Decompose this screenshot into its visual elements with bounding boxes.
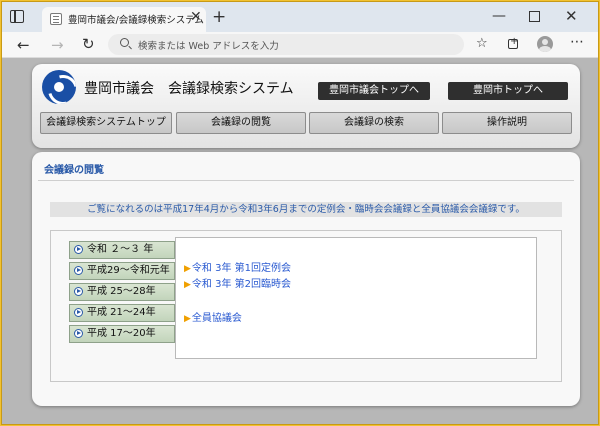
toyooka-logo-icon — [42, 70, 76, 104]
council-top-button[interactable]: 豊岡市議会トップへ — [318, 82, 430, 100]
era-list: 令和 ２～３ 年 平成29～令和元年 平成 25～28年 平成 21～24年 平… — [69, 241, 175, 346]
nav-search-minutes[interactable]: 会議録の検索 — [309, 112, 439, 134]
era-button-h21-24[interactable]: 平成 21～24年 — [69, 304, 175, 322]
era-label: 平成29～令和元年 — [87, 265, 170, 276]
content-panel: 会議録の閲覧 ご覧になれるのは平成17年4月から令和3年6月までの定例会・臨時会… — [32, 152, 580, 406]
browser-toolbar: ← → ↻ 検索または Web アドレスを入力 ☆ ⋯ — [2, 32, 598, 58]
play-circle-icon — [74, 308, 83, 317]
play-circle-icon — [74, 287, 83, 296]
era-button-r2-3[interactable]: 令和 ２～３ 年 — [69, 241, 175, 259]
tab-close-icon[interactable]: ✕ — [190, 9, 202, 25]
play-circle-icon — [74, 266, 83, 275]
minimize-icon[interactable]: — — [492, 8, 506, 24]
era-label: 平成 25～28年 — [87, 286, 156, 297]
profile-avatar-icon[interactable] — [537, 36, 553, 52]
page-viewport: 豊岡市議会 会議録検索システム 豊岡市議会トップへ 豊岡市トップへ 会議録検索シ… — [2, 58, 598, 424]
meeting-link-all-members[interactable]: ▶全員協議会 — [184, 309, 242, 324]
nav-browse-minutes[interactable]: 会議録の閲覧 — [176, 112, 306, 134]
era-label: 令和 ２～３ 年 — [87, 244, 154, 255]
more-menu-icon[interactable]: ⋯ — [570, 34, 585, 50]
tab-title: 豊岡市議会/会議録検索システム — [68, 15, 204, 26]
search-icon — [120, 38, 129, 47]
tab-strip: 豊岡市議会/会議録検索システム ✕ + — ✕ — [2, 2, 598, 32]
meeting-link-label: 令和 3年 第2回臨時会 — [191, 279, 292, 290]
meeting-link-r3-extra-2[interactable]: ▶令和 3年 第2回臨時会 — [184, 275, 291, 290]
nav-search-system-top[interactable]: 会議録検索システムトップ — [40, 112, 172, 134]
era-label: 平成 17～20年 — [87, 328, 156, 339]
era-button-h25-28[interactable]: 平成 25～28年 — [69, 283, 175, 301]
maximize-icon[interactable] — [529, 11, 540, 22]
play-circle-icon — [74, 329, 83, 338]
forward-arrow-icon[interactable]: → — [51, 36, 64, 54]
page-favicon-icon — [50, 13, 62, 25]
arrow-right-icon: ▶ — [184, 264, 191, 274]
meeting-list: ▶令和 3年 第1回定例会 ▶令和 3年 第2回臨時会 ▶全員協議会 — [175, 237, 537, 359]
arrow-right-icon: ▶ — [184, 280, 191, 290]
arrow-right-icon: ▶ — [184, 314, 191, 324]
era-button-h29-r1[interactable]: 平成29～令和元年 — [69, 262, 175, 280]
section-title: 会議録の閲覧 — [44, 165, 104, 176]
tab-actions-icon[interactable] — [10, 10, 24, 23]
site-header: 豊岡市議会 会議録検索システム 豊岡市議会トップへ 豊岡市トップへ 会議録検索シ… — [32, 64, 580, 148]
availability-notice: ご覧になれるのは平成17年4月から令和3年6月までの定例会・臨時会会議録と全員協… — [50, 202, 562, 217]
era-button-h17-20[interactable]: 平成 17～20年 — [69, 325, 175, 343]
site-title: 豊岡市議会 会議録検索システム — [84, 81, 294, 97]
address-placeholder: 検索または Web アドレスを入力 — [138, 41, 279, 52]
city-top-button[interactable]: 豊岡市トップへ — [448, 82, 568, 100]
window-close-icon[interactable]: ✕ — [565, 7, 578, 25]
new-tab-icon[interactable]: + — [212, 7, 226, 27]
browser-tab[interactable]: 豊岡市議会/会議録検索システム ✕ — [42, 7, 206, 32]
play-circle-icon — [74, 245, 83, 254]
meeting-link-label: 令和 3年 第1回定例会 — [191, 263, 292, 274]
browse-panel: 令和 ２～３ 年 平成29～令和元年 平成 25～28年 平成 21～24年 平… — [50, 230, 562, 382]
era-label: 平成 21～24年 — [87, 307, 156, 318]
browser-window: 豊岡市議会/会議録検索システム ✕ + — ✕ ← → ↻ 検索または Web … — [1, 1, 599, 425]
back-arrow-icon[interactable]: ← — [17, 36, 30, 54]
address-bar[interactable]: 検索または Web アドレスを入力 — [108, 34, 464, 55]
site-container: 豊岡市議会 会議録検索システム 豊岡市議会トップへ 豊岡市トップへ 会議録検索シ… — [32, 64, 580, 420]
meeting-link-label: 全員協議会 — [191, 313, 242, 324]
reload-icon[interactable]: ↻ — [82, 35, 95, 53]
collections-icon[interactable] — [508, 36, 518, 49]
section-divider — [38, 180, 574, 181]
meeting-link-r3-regular-1[interactable]: ▶令和 3年 第1回定例会 — [184, 259, 291, 274]
favorites-star-icon[interactable]: ☆ — [476, 36, 488, 51]
nav-instructions[interactable]: 操作説明 — [442, 112, 572, 134]
